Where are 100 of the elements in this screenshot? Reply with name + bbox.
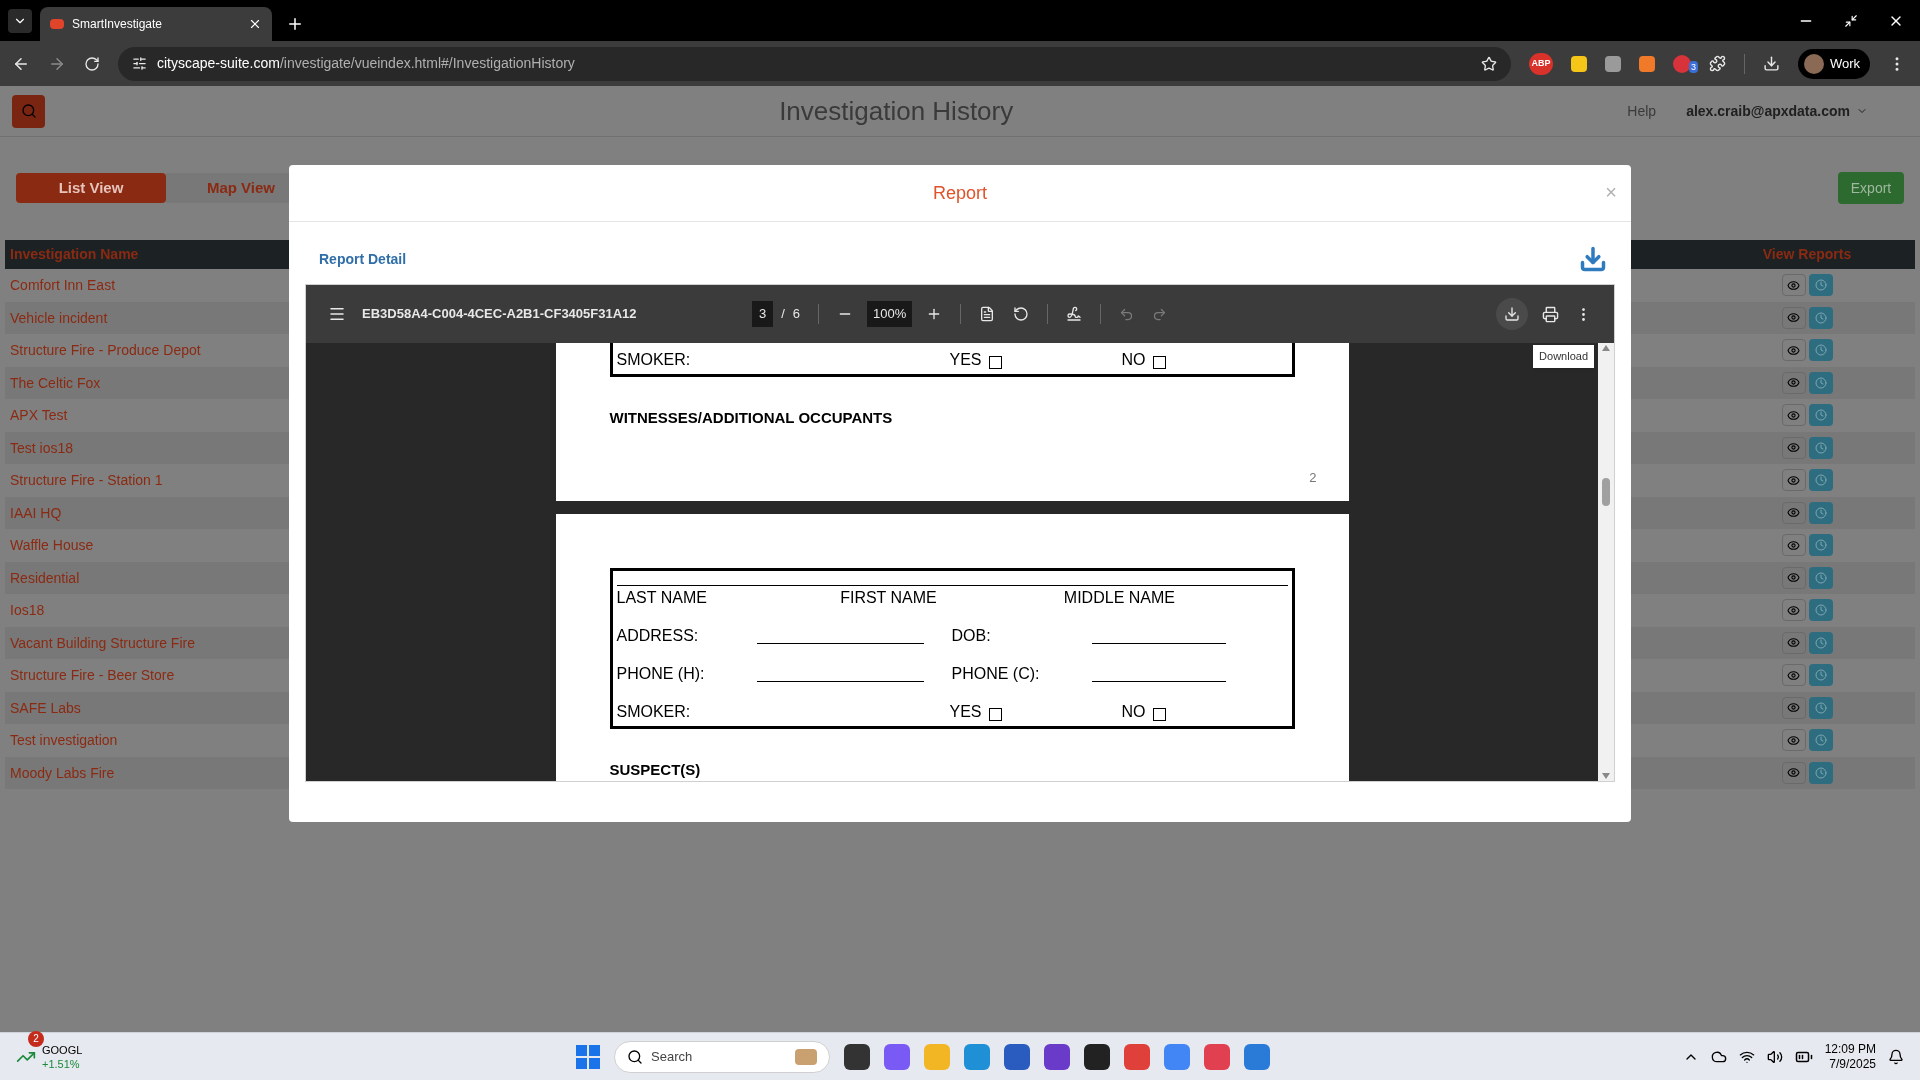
view-button[interactable] xyxy=(1781,664,1806,687)
windows-logo-icon[interactable] xyxy=(576,1044,600,1069)
scrollbar[interactable] xyxy=(1598,343,1614,781)
view-button[interactable] xyxy=(1781,436,1806,459)
export-button[interactable]: Export xyxy=(1838,172,1904,204)
view-tab[interactable]: List View xyxy=(16,173,166,203)
page-number-field[interactable]: 3 xyxy=(752,301,774,327)
scroll-down-icon[interactable] xyxy=(1602,773,1610,779)
scroll-up-icon[interactable] xyxy=(1602,345,1610,351)
extension-icon[interactable]: ABP xyxy=(1529,52,1553,75)
view-button[interactable] xyxy=(1781,404,1806,427)
investigation-link[interactable]: Comfort Inn East xyxy=(10,277,116,294)
address-bar[interactable]: cityscape-suite.com/investigate/vueindex.html#/InvestigationHistory xyxy=(118,46,1511,81)
view-button[interactable] xyxy=(1781,534,1806,557)
extension-icon[interactable] xyxy=(1605,55,1621,72)
view-button[interactable] xyxy=(1781,469,1806,492)
extensions-icon[interactable] xyxy=(1709,55,1726,72)
taskbar-app-icon[interactable] xyxy=(1044,1043,1070,1070)
eye-icon xyxy=(1787,668,1800,682)
search-field[interactable]: Search xyxy=(614,1040,830,1073)
view-button[interactable] xyxy=(1781,696,1806,719)
investigation-link[interactable]: Structure Fire - Beer Store xyxy=(10,667,175,684)
investigation-link[interactable]: Test investigation xyxy=(10,732,118,749)
view-button[interactable] xyxy=(1781,501,1806,524)
close-icon[interactable] xyxy=(248,17,262,31)
eye-icon xyxy=(1787,701,1800,715)
restore-icon[interactable] xyxy=(1844,14,1858,28)
page-count: 6 xyxy=(792,305,801,324)
scrollbar-thumb[interactable] xyxy=(1602,478,1610,506)
checkbox-square xyxy=(988,356,1002,369)
checkbox-square xyxy=(1152,707,1166,721)
form-label: PHONE (C): xyxy=(951,663,1041,684)
eye-icon xyxy=(1787,343,1800,357)
investigation-link[interactable]: Moody Labs Fire xyxy=(10,764,115,781)
view-button[interactable] xyxy=(1781,761,1806,784)
clock-icon xyxy=(1814,571,1827,584)
view-button[interactable] xyxy=(1781,599,1806,622)
zoom-field[interactable]: 100% xyxy=(867,301,913,327)
form-label: LAST NAME xyxy=(616,587,708,608)
signature-icon[interactable] xyxy=(1066,306,1083,322)
form-label: SMOKER: xyxy=(616,701,692,722)
notification-bell-icon[interactable] xyxy=(1888,1048,1904,1065)
view-button[interactable] xyxy=(1781,631,1806,654)
clock-icon xyxy=(1814,474,1827,487)
investigation-link[interactable]: The Celtic Fox xyxy=(10,374,101,391)
close-button[interactable]: × xyxy=(1605,177,1617,207)
investigation-link[interactable]: Structure Fire - Produce Depot xyxy=(10,342,201,359)
view-button[interactable] xyxy=(1781,306,1806,329)
page-separator: / xyxy=(781,305,785,324)
eye-icon xyxy=(1787,311,1800,325)
view-button[interactable] xyxy=(1781,566,1806,589)
menu-icon[interactable] xyxy=(328,305,346,323)
investigation-link[interactable]: Structure Fire - Station 1 xyxy=(10,472,163,489)
download-icon[interactable] xyxy=(1579,245,1607,273)
fit-page-icon[interactable] xyxy=(979,306,996,322)
site-info-icon[interactable] xyxy=(132,56,147,71)
reload-icon[interactable] xyxy=(84,55,100,72)
investigation-link[interactable]: Residential xyxy=(10,569,80,586)
eye-icon xyxy=(1787,376,1800,390)
column-header: Investigation Name xyxy=(10,246,139,262)
form-label: YES xyxy=(949,701,982,722)
new-tab-icon[interactable] xyxy=(286,15,304,33)
eye-icon xyxy=(1787,278,1800,292)
eye-icon xyxy=(1787,441,1800,455)
view-button[interactable] xyxy=(1781,729,1806,752)
print-icon[interactable] xyxy=(1542,305,1559,323)
view-button[interactable] xyxy=(1781,371,1806,394)
tab-list-button[interactable] xyxy=(8,9,32,33)
clock-icon xyxy=(1814,669,1827,682)
volume-icon[interactable] xyxy=(1766,1048,1783,1065)
investigation-link[interactable]: Waffle House xyxy=(10,537,94,554)
rotate-icon[interactable] xyxy=(1013,306,1030,322)
help-link[interactable]: Help xyxy=(1627,100,1657,122)
download-button[interactable] xyxy=(1496,298,1528,330)
view-button[interactable] xyxy=(1781,339,1806,362)
section-title: Report Detail xyxy=(319,249,407,269)
extension-badge: 3 xyxy=(1689,60,1698,73)
browser-tab[interactable]: SmartInvestigate xyxy=(40,7,272,41)
investigation-link[interactable]: IAAI HQ xyxy=(10,504,62,521)
investigation-link[interactable]: Vehicle incident xyxy=(10,309,108,326)
eye-icon xyxy=(1787,473,1800,487)
user-menu[interactable]: alex.craib@apxdata.com xyxy=(1686,100,1868,122)
taskbar-app-icon[interactable] xyxy=(844,1043,870,1070)
stock-symbol: GOOGL xyxy=(42,1042,83,1057)
download-icon[interactable] xyxy=(1763,55,1780,72)
extension-icon[interactable] xyxy=(1639,55,1655,72)
clock-icon xyxy=(1814,506,1827,519)
investigation-link[interactable]: APX Test xyxy=(10,407,68,424)
investigation-link[interactable]: Test ios18 xyxy=(10,439,74,456)
download-icon xyxy=(1504,306,1520,322)
investigation-link[interactable]: Ios18 xyxy=(10,602,45,619)
checkbox-square xyxy=(988,707,1002,721)
investigation-link[interactable]: SAFE Labs xyxy=(10,699,81,716)
extension-icon[interactable] xyxy=(1673,54,1691,73)
taskbar-app-icon[interactable] xyxy=(1084,1043,1110,1070)
investigation-link[interactable]: Vacant Building Structure Fire xyxy=(10,634,195,651)
star-icon[interactable] xyxy=(1481,55,1497,72)
profile-button[interactable]: Work xyxy=(1798,48,1871,79)
view-button[interactable] xyxy=(1781,274,1806,297)
tab-title: SmartInvestigate xyxy=(72,16,164,33)
